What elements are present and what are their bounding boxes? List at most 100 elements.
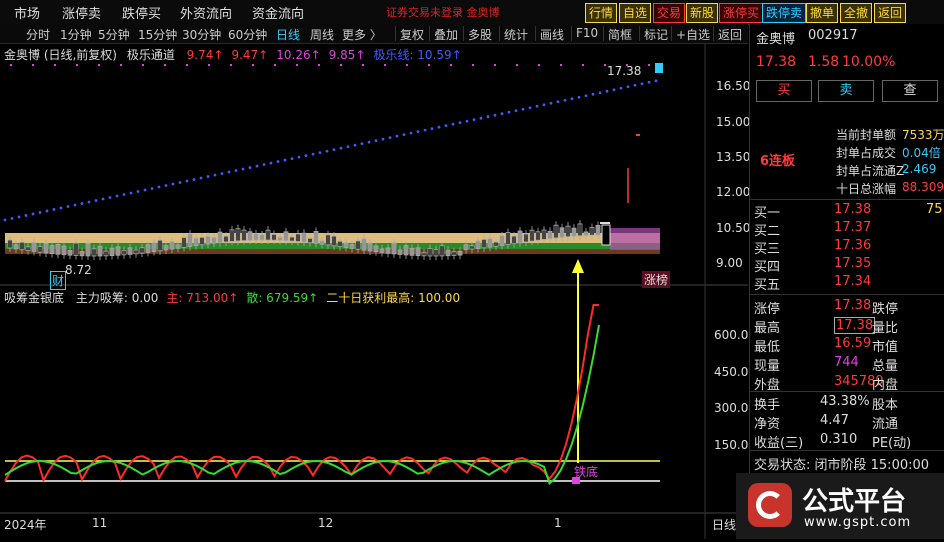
channel-dot <box>66 205 70 208</box>
tool-2[interactable]: 多股 <box>468 26 492 43</box>
top-button-4[interactable]: 涨停买 <box>719 3 764 23</box>
price-axis-label: 12.00 <box>716 185 751 199</box>
channel-dot <box>234 169 238 172</box>
tool-4[interactable]: 画线 <box>540 26 564 43</box>
stat-value: 16.59 <box>834 336 872 351</box>
channel-dot <box>528 106 532 110</box>
finance-tag[interactable]: 财 <box>50 271 67 290</box>
channel-dot <box>353 143 357 147</box>
tool-5[interactable]: F10 <box>576 26 598 40</box>
period-1[interactable]: 1分钟 <box>60 26 92 43</box>
channel-dot <box>395 134 399 138</box>
trade-status: 交易状态: 闭市阶段 15:00:00 <box>754 458 930 473</box>
channel-dot <box>87 200 91 204</box>
tool-0[interactable]: 复权 <box>400 26 424 43</box>
channel-dot <box>157 185 161 189</box>
channel-dot <box>248 166 252 169</box>
period-7[interactable]: 周线 <box>310 26 334 43</box>
tool-1[interactable]: 叠加 <box>434 26 458 43</box>
turnover-value: 4.47 <box>820 413 849 428</box>
top-button-7[interactable]: 全撤 <box>840 3 873 23</box>
period-5[interactable]: 60分钟 <box>228 26 267 43</box>
action-button-1[interactable]: 卖 <box>818 80 874 102</box>
price-axis-label: 16.50 <box>716 79 751 93</box>
channel-dot <box>374 139 378 143</box>
signal-dot <box>274 64 276 66</box>
indicator-name[interactable]: 极乐通道 <box>127 48 175 62</box>
date-axis-label: 1 <box>554 516 562 530</box>
sub-chart-title[interactable]: 吸筹金银底 <box>4 291 64 305</box>
brand-url: www.gspt.com <box>804 515 912 530</box>
channel-dot <box>444 124 448 128</box>
channel-dot <box>472 118 476 122</box>
stat-right-label: 总量 <box>872 359 899 374</box>
period-0[interactable]: 分时 <box>26 26 50 43</box>
top-button-0[interactable]: 行情 <box>585 3 618 23</box>
channel-dot <box>31 212 35 216</box>
channel-dot <box>381 137 385 141</box>
turnover-label: 净资 <box>754 417 781 432</box>
top-menu-2[interactable]: 跌停买 <box>122 3 161 22</box>
channel-dot <box>206 175 210 178</box>
tool-9[interactable]: 返回 <box>718 26 742 43</box>
channel-dot <box>598 91 602 95</box>
top-button-2[interactable]: 交易 <box>653 3 686 23</box>
channel-dot <box>437 125 441 129</box>
channel-dot <box>535 104 539 108</box>
signal-dot <box>428 64 430 66</box>
tool-8[interactable]: +自选 <box>676 26 710 43</box>
channel-dot <box>332 148 336 152</box>
action-button-0[interactable]: 买 <box>756 80 812 102</box>
top-button-8[interactable]: 返回 <box>874 3 907 23</box>
signal-dot <box>208 64 210 66</box>
channel-dot <box>577 95 581 99</box>
signal-label: 铁底 <box>574 465 599 479</box>
channel-dot <box>52 208 56 211</box>
channel-dot <box>38 211 42 214</box>
channel-dot <box>388 136 392 140</box>
toolbar-divider <box>395 26 396 41</box>
channel-dot <box>633 83 637 87</box>
stat-value: 17.38 <box>834 317 876 334</box>
channel-dot <box>150 187 154 190</box>
tool-3[interactable]: 统计 <box>504 26 528 43</box>
seal-value: 7533万 <box>902 128 944 142</box>
limit-up-tag[interactable]: 涨榜 <box>642 271 671 288</box>
top-menu-3[interactable]: 外资流向 <box>180 3 232 22</box>
top-button-5[interactable]: 跌停卖 <box>762 3 807 23</box>
sub-axis-label: 300.0 <box>714 401 749 415</box>
main-indicator-value-3: 9.85↑ <box>328 48 366 62</box>
channel-dot <box>255 164 259 168</box>
period-6[interactable]: 日线 <box>276 26 300 43</box>
channel-dot <box>73 203 77 207</box>
top-button-1[interactable]: 自选 <box>619 3 652 23</box>
channel-dot <box>318 151 322 155</box>
channel-dot <box>465 119 469 123</box>
action-button-2[interactable]: 查 <box>882 80 938 102</box>
main-indicator-value-4: 极乐线: 10.59↑ <box>373 48 462 62</box>
channel-dot <box>458 121 462 125</box>
period-3[interactable]: 15分钟 <box>138 26 177 43</box>
signal-dot <box>340 64 342 66</box>
turnover-right-label: 股本 <box>872 398 899 413</box>
channel-dot <box>192 178 196 181</box>
signal-dot <box>472 64 474 66</box>
top-button-3[interactable]: 新股 <box>686 3 719 23</box>
order-book-volume: 75 <box>926 202 943 217</box>
main-indicator-value-2: 10.26↑ <box>276 48 321 62</box>
top-menu-4[interactable]: 资金流向 <box>252 3 304 22</box>
period-8[interactable]: 更多 〉 <box>342 26 382 43</box>
order-book-label: 买三 <box>754 242 781 257</box>
sub-indicator-value-3: 二十日获利最高: 100.00 <box>326 291 461 305</box>
tool-7[interactable]: 标记 <box>644 26 668 43</box>
tool-6[interactable]: 简框 <box>608 26 632 43</box>
brand-logo: 公式平台 www.gspt.com <box>736 473 944 539</box>
current-price: 17.38 <box>756 54 797 70</box>
period-2[interactable]: 5分钟 <box>98 26 130 43</box>
brand-name: 公式平台 <box>802 487 907 517</box>
signal-dot <box>318 64 320 66</box>
top-button-6[interactable]: 撤单 <box>806 3 839 23</box>
top-menu-1[interactable]: 涨停卖 <box>62 3 101 22</box>
period-4[interactable]: 30分钟 <box>182 26 221 43</box>
top-menu-0[interactable]: 市场 <box>14 3 40 22</box>
